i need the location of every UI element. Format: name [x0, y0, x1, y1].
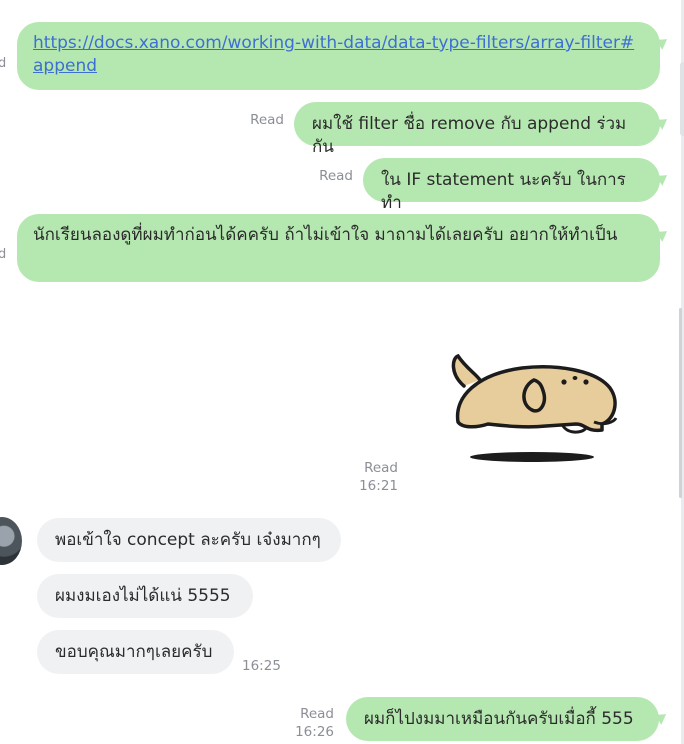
- read-receipt: Read: [319, 168, 353, 184]
- message-bubble-incoming[interactable]: ผมงมเองไม่ได้แน่ 5555: [37, 574, 253, 618]
- message-meta: Read 16:21: [354, 459, 398, 495]
- message-time: 16:26: [295, 724, 334, 740]
- read-receipt: Read: [250, 112, 284, 128]
- message-text: ขอบคุณมากๆเลยครับ: [55, 642, 213, 662]
- message-text: นักเรียนลองดูที่ผมทำก่อนได้คครับ ถ้าไม่เ…: [33, 225, 618, 245]
- read-receipt: Read: [364, 460, 398, 476]
- message-text: ผมงมเองไม่ได้แน่ 5555: [55, 586, 231, 606]
- scrollbar-thumb[interactable]: [679, 308, 682, 498]
- message-meta: Read 16:26: [290, 705, 334, 741]
- sender-avatar[interactable]: [0, 517, 22, 565]
- message-time: 16:25: [242, 658, 281, 674]
- message-bubble-incoming[interactable]: พอเข้าใจ concept ละครับ เจ๋งมากๆ: [37, 518, 341, 562]
- message-time: 16:21: [359, 478, 398, 494]
- message-meta-clipped: d: [0, 247, 7, 262]
- message-meta-clipped: d: [0, 56, 7, 71]
- message-bubble-outgoing[interactable]: นักเรียนลองดูที่ผมทำก่อนได้คครับ ถ้าไม่เ…: [17, 214, 660, 282]
- side-panel-handle[interactable]: [680, 62, 684, 136]
- message-bubble-outgoing[interactable]: ใน IF statement นะครับ ในการทำ: [363, 158, 660, 213]
- message-text: ผมใช้ filter ชื่อ remove กับ append ร่วม…: [312, 114, 627, 157]
- read-receipt: Read: [300, 706, 334, 722]
- message-text: ใน IF statement นะครับ ในการทำ: [381, 170, 626, 213]
- message-bubble-incoming[interactable]: ขอบคุณมากๆเลยครับ: [37, 630, 234, 674]
- sleepy-dog-sticker[interactable]: [436, 344, 626, 470]
- message-bubble-outgoing[interactable]: ผมใช้ filter ชื่อ remove กับ append ร่วม…: [294, 102, 660, 157]
- chat-history[interactable]: d https://docs.xano.com/working-with-dat…: [0, 0, 684, 744]
- message-link[interactable]: https://docs.xano.com/working-with-data/…: [33, 33, 634, 76]
- message-text: ผมก็ไปงมมาเหมือนกันครับเมื่อกี้ 555: [364, 709, 634, 729]
- message-bubble-outgoing[interactable]: https://docs.xano.com/working-with-data/…: [17, 22, 660, 90]
- message-text: พอเข้าใจ concept ละครับ เจ๋งมากๆ: [55, 530, 321, 550]
- message-bubble-outgoing[interactable]: ผมก็ไปงมมาเหมือนกันครับเมื่อกี้ 555: [346, 697, 659, 741]
